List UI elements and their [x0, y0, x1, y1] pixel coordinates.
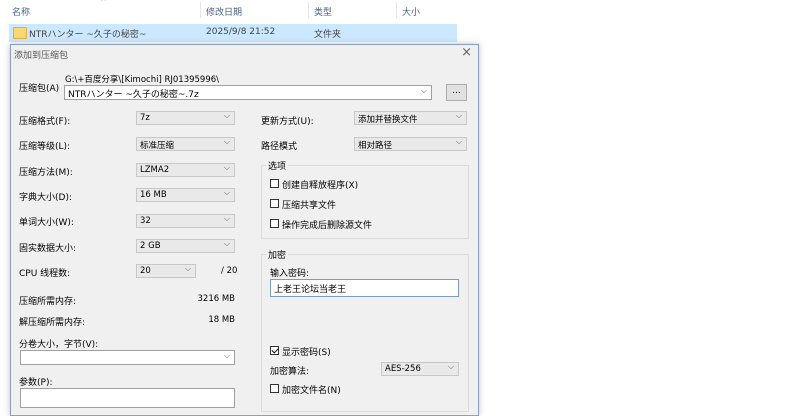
delete-checkbox[interactable] [270, 219, 279, 228]
mem-compress-label: 压缩所需内存: [19, 297, 77, 307]
file-name: NTRハンター ~久子の秘密~ [29, 30, 147, 40]
level-select[interactable]: 标准压缩 ⌵ [136, 137, 235, 151]
format-select[interactable]: 7z ⌵ [136, 111, 235, 125]
password-label: 输入密码: [270, 269, 310, 279]
dialog-title: 添加到压缩包 [14, 51, 69, 61]
column-divider[interactable] [308, 2, 309, 18]
method-label: 压缩方法(M): [19, 168, 73, 178]
chevron-down-icon: ⌵ [223, 188, 230, 197]
show-password-label[interactable]: 显示密码(S) [282, 345, 331, 358]
options-title: 选项 [266, 159, 289, 172]
split-combo[interactable]: ⌵ [20, 350, 235, 365]
encrypt-names-checkbox[interactable] [270, 384, 279, 393]
column-size[interactable]: 大小 [402, 5, 420, 18]
chevron-down-icon: ⌵ [223, 239, 230, 248]
method-value: LZMA2 [140, 165, 170, 175]
pathmode-select[interactable]: 相对路径 ⌵ [354, 137, 467, 151]
explorer-column-header: ^ 名称 修改日期 类型 大小 [0, 0, 460, 22]
update-value: 添加并替换文件 [358, 115, 418, 125]
mem-compress-value: 3216 MB [197, 294, 236, 304]
level-value: 标准压缩 [140, 141, 175, 151]
sort-caret-icon: ^ [100, 0, 107, 6]
params-label: 参数(P): [19, 378, 53, 388]
show-password-checkbox[interactable] [270, 346, 279, 355]
params-input[interactable] [20, 388, 235, 408]
folder-icon [13, 27, 27, 39]
archive-filename: NTRハンター ~久子の秘密~.7z [68, 90, 199, 100]
column-divider[interactable] [200, 2, 201, 18]
word-label: 单词大小(W): [19, 218, 74, 228]
pathmode-label: 路径模式 [261, 142, 298, 152]
cpu-value: 20 [140, 266, 151, 276]
encrypt-names-label[interactable]: 加密文件名(N) [282, 383, 341, 396]
dict-label: 字典大小(D): [19, 193, 72, 203]
file-row[interactable]: NTRハンター ~久子の秘密~ 2025/9/8 21:52 文件夹 [9, 24, 457, 42]
dict-value: 16 MB [140, 190, 167, 200]
chevron-down-icon: ⌵ [184, 264, 191, 273]
shared-label[interactable]: 压缩共享文件 [282, 198, 336, 211]
update-label: 更新方式(U): [261, 117, 314, 127]
encryption-method-label: 加密算法: [270, 367, 310, 377]
chevron-down-icon: ⌵ [223, 111, 230, 120]
cpu-label: CPU 线程数: [19, 269, 71, 279]
archive-label: 压缩包(A) [19, 84, 60, 94]
split-label: 分卷大小，字节(V): [19, 340, 99, 350]
pathmode-value: 相对路径 [358, 141, 393, 151]
chevron-down-icon: ⌵ [455, 111, 462, 120]
browse-button[interactable]: ... [446, 84, 467, 101]
mem-decompress-label: 解压缩所需内存: [19, 318, 86, 328]
close-icon[interactable]: × [461, 45, 472, 60]
format-value: 7z [140, 113, 150, 123]
encryption-method-select[interactable]: AES-256 ⌵ [381, 362, 459, 376]
cpu-select[interactable]: 20 ⌵ [136, 264, 196, 278]
shared-checkbox[interactable] [270, 199, 279, 208]
word-value: 32 [140, 216, 151, 226]
chevron-down-icon: ⌵ [223, 214, 230, 223]
chevron-down-icon: ⌵ [223, 163, 230, 172]
archive-path: G:\+百度分享\[Kimochi] RJ01395996\ [65, 75, 220, 85]
file-type: 文件夹 [314, 30, 342, 40]
solid-select[interactable]: 2 GB ⌵ [136, 239, 235, 253]
chevron-down-icon[interactable]: ⌵ [224, 351, 230, 361]
chevron-down-icon: ⌵ [455, 137, 462, 146]
cpu-max: / 20 [221, 266, 238, 276]
dict-select[interactable]: 16 MB ⌵ [136, 188, 235, 202]
method-select[interactable]: LZMA2 ⌵ [136, 163, 235, 177]
password-input[interactable]: 上老王论坛当老王 [270, 279, 459, 297]
word-select[interactable]: 32 ⌵ [136, 214, 235, 228]
mem-decompress-value: 18 MB [208, 315, 235, 325]
update-select[interactable]: 添加并替换文件 ⌵ [354, 111, 467, 125]
solid-value: 2 GB [140, 241, 161, 251]
sfx-label[interactable]: 创建自释放程序(X) [282, 178, 358, 191]
column-type[interactable]: 类型 [314, 5, 332, 18]
sfx-checkbox[interactable] [270, 179, 279, 188]
level-label: 压缩等级(L): [19, 142, 71, 152]
archive-filename-combo[interactable]: NTRハンター ~久子の秘密~.7z ⌵ [64, 85, 432, 100]
file-modified: 2025/9/8 21:52 [206, 27, 276, 37]
column-name[interactable]: 名称 [12, 5, 30, 18]
solid-label: 固实数据大小: [19, 244, 77, 254]
encryption-method-value: AES-256 [385, 364, 421, 374]
column-modified[interactable]: 修改日期 [206, 5, 242, 18]
add-to-archive-dialog: 添加到压缩包 × 压缩包(A) G:\+百度分享\[Kimochi] RJ013… [10, 44, 479, 416]
chevron-down-icon[interactable]: ⌵ [421, 86, 427, 96]
chevron-down-icon: ⌵ [447, 362, 454, 371]
encryption-title: 加密 [266, 248, 289, 261]
delete-label[interactable]: 操作完成后删除源文件 [282, 218, 372, 231]
column-divider[interactable] [396, 2, 397, 18]
chevron-down-icon: ⌵ [223, 137, 230, 146]
format-label: 压缩格式(F): [19, 117, 71, 127]
